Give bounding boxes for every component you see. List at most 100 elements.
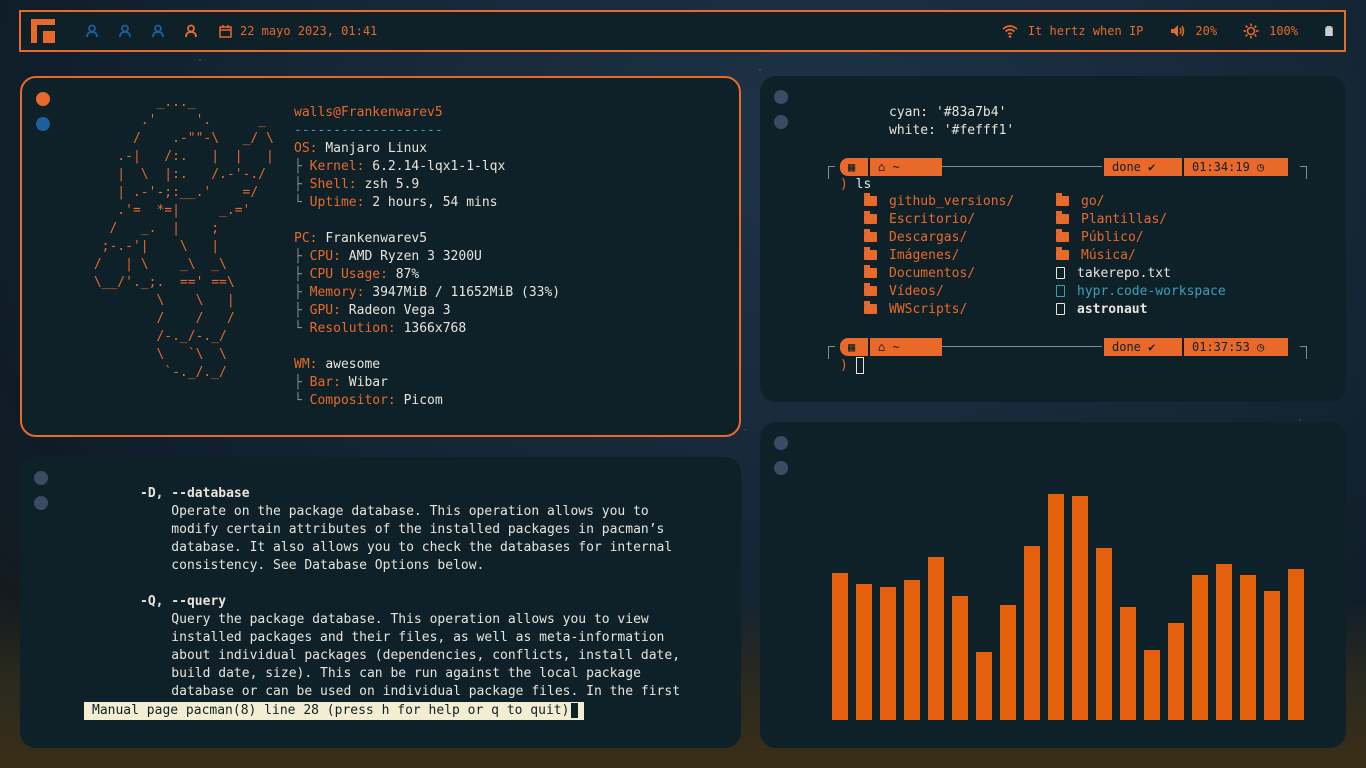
bar-key: Bar: <box>309 375 341 390</box>
close-dot-icon[interactable] <box>34 471 48 485</box>
close-dot-icon[interactable] <box>36 92 50 106</box>
visualizer-bar <box>1144 650 1160 720</box>
folder-icon <box>1056 229 1069 242</box>
directory-entry: Escritorio/ <box>864 210 1056 228</box>
time-segment: 01:37:53 ◷ <box>1184 338 1288 356</box>
brightness-widget[interactable]: 100% <box>1243 23 1298 39</box>
ascii-logo: _..._ .' '. _ / .-""-\ _/ \ .-| /:. | | … <box>93 95 274 380</box>
home-icon: ⌂ <box>878 160 886 174</box>
directory-entry: Descargas/ <box>864 228 1056 246</box>
bar-value: Wibar <box>348 375 388 390</box>
directory-entry: github_versions/ <box>864 192 1056 210</box>
entry-name: go/ <box>1081 193 1105 209</box>
workspace-tag-2[interactable] <box>108 24 141 38</box>
entry-name: hypr.code-workspace <box>1077 283 1226 299</box>
entry-name: Público/ <box>1081 229 1144 245</box>
workspace-tag-3[interactable] <box>141 24 174 38</box>
input-line[interactable]: ) <box>840 357 864 374</box>
folder-icon <box>864 211 877 224</box>
manpage-line: database or can be used on individual pa… <box>140 684 681 699</box>
visualizer-bar <box>1264 591 1280 720</box>
option-heading: -D, --database <box>140 486 250 501</box>
time-segment: 01:34:19 ◷ <box>1184 158 1288 176</box>
os-icon: ▦ <box>840 338 868 356</box>
output-cyan: cyan: '#83a7b4' <box>889 105 1007 120</box>
uptime-value: 2 hours, 54 mins <box>372 195 498 210</box>
launcher-logo-icon[interactable] <box>31 19 55 43</box>
cpu-usage-key: CPU Usage: <box>309 267 388 282</box>
visualizer-bar <box>1192 575 1208 720</box>
battery-widget[interactable] <box>1324 23 1334 39</box>
brightness-icon <box>1243 23 1259 39</box>
code-file-icon <box>1056 285 1065 297</box>
wifi-widget[interactable]: It hertz when IP <box>1002 23 1143 39</box>
audio-visualizer-window[interactable] <box>760 422 1346 748</box>
minimize-dot-icon[interactable] <box>774 461 788 475</box>
visualizer-bar <box>1096 548 1112 720</box>
os-value: Manjaro Linux <box>325 141 428 156</box>
visualizer-bar <box>1048 494 1064 720</box>
visualizer-bar <box>1240 575 1256 720</box>
manpage-terminal-window[interactable]: -D, --database Operate on the package da… <box>20 457 741 748</box>
cursor <box>855 357 864 374</box>
manpage-line: Operate on the package database. This op… <box>140 504 649 519</box>
visualizer-bar <box>1072 496 1088 720</box>
directory-entry: go/ <box>1056 192 1256 210</box>
clock-icon: ◷ <box>1257 340 1265 354</box>
clock-icon: ◷ <box>1257 160 1265 174</box>
minimize-dot-icon[interactable] <box>34 496 48 510</box>
home-icon: ⌂ <box>878 340 886 354</box>
folder-icon <box>864 265 877 278</box>
minimize-dot-icon[interactable] <box>36 117 50 131</box>
resolution-value: 1366x768 <box>403 321 467 336</box>
home-dir-segment: ⌂ ~ <box>870 158 942 176</box>
cpu-value: AMD Ryzen 3 3200U <box>348 249 482 264</box>
directory-entry: Música/ <box>1056 246 1256 264</box>
top-bar: 22 mayo 2023, 01:41 It hertz when IP 20%… <box>19 10 1346 52</box>
status-segment: done ✔ <box>1104 158 1182 176</box>
command-line: ) ls <box>840 177 872 192</box>
visualizer-bar <box>976 652 992 720</box>
manpage-line: installed packages and their files, as w… <box>140 630 665 645</box>
entry-name: Imágenes/ <box>889 247 960 263</box>
workspace-tag-4[interactable] <box>174 24 207 38</box>
shell-terminal-window[interactable]: cyan: '#83a7b4' white: '#fefff1' ▦ ⌂ ~ d… <box>760 76 1346 402</box>
cpu-key: CPU: <box>309 249 341 264</box>
directory-entry: Imágenes/ <box>864 246 1056 264</box>
compositor-key: Compositor: <box>309 393 396 408</box>
kernel-key: Kernel: <box>309 159 365 174</box>
datetime-widget[interactable]: 22 mayo 2023, 01:41 <box>219 24 377 38</box>
wm-value: awesome <box>325 357 381 372</box>
folder-icon <box>864 193 877 206</box>
wifi-icon <box>1002 25 1018 38</box>
pager-status-line: Manual page pacman(8) line 28 (press h f… <box>84 702 585 720</box>
system-info: walls@Frankenwarev5 ------------------- … <box>294 105 561 408</box>
file-icon <box>1056 303 1065 315</box>
workspace-tags <box>75 24 207 38</box>
visualizer-bar <box>928 557 944 720</box>
compositor-value: Picom <box>403 393 443 408</box>
folder-icon <box>864 247 877 260</box>
entry-name: Documentos/ <box>889 265 976 281</box>
workspace-tag-1[interactable] <box>75 24 108 38</box>
user-icon <box>184 24 197 38</box>
battery-icon <box>1325 26 1333 36</box>
folder-icon <box>1056 211 1069 224</box>
close-dot-icon[interactable] <box>774 436 788 450</box>
command-text: ls <box>855 177 872 192</box>
resolution-key: Resolution: <box>309 321 396 336</box>
visualizer-bar <box>1000 605 1016 720</box>
prompt-line-1: ▦ ⌂ ~ done ✔ 01:34:19 ◷ <box>828 158 1308 179</box>
entry-name: WWScripts/ <box>889 301 968 317</box>
calendar-icon <box>219 24 232 38</box>
fetch-terminal-window[interactable]: _..._ .' '. _ / .-""-\ _/ \ .-| /:. | | … <box>20 76 741 437</box>
entry-name: Escritorio/ <box>889 211 976 227</box>
entry-name: github_versions/ <box>889 193 1015 209</box>
visualizer-bar <box>904 580 920 720</box>
cpu-usage-value: 87% <box>395 267 420 282</box>
volume-icon <box>1171 25 1185 37</box>
memory-key: Memory: <box>309 285 365 300</box>
ls-column-2: go/Plantillas/Público/Música/takerepo.tx… <box>1056 192 1256 318</box>
volume-widget[interactable]: 20% <box>1169 23 1217 39</box>
directory-entry: Documentos/ <box>864 264 1056 282</box>
